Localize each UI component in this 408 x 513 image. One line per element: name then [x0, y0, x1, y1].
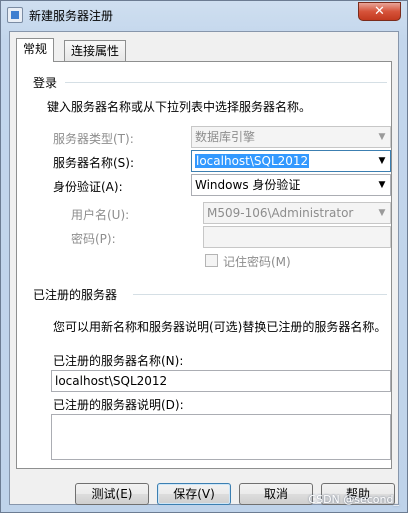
auth-select[interactable]: Windows 身份验证 ▼: [191, 174, 391, 196]
login-group-divider: [65, 82, 387, 83]
tab-connection-properties[interactable]: 连接属性: [64, 40, 127, 62]
tab-panel-general: 登录 键入服务器名称或从下拉列表中选择服务器名称。 服务器类型(T): 数据库引…: [16, 61, 392, 469]
server-type-select: 数据库引擎 ▼: [191, 126, 391, 148]
test-button[interactable]: 测试(E): [75, 483, 149, 505]
tab-general[interactable]: 常规: [16, 38, 55, 62]
username-value: M509-106\Administrator: [207, 206, 354, 220]
registered-group-divider: [133, 294, 387, 295]
remember-password-label: 记住密码(M): [223, 255, 291, 269]
password-field: [203, 226, 391, 248]
server-name-select[interactable]: localhost\SQL2012 ▼: [191, 150, 391, 172]
login-description: 键入服务器名称或从下拉列表中选择服务器名称。: [47, 100, 312, 114]
chevron-down-icon[interactable]: ▼: [374, 151, 390, 171]
window-title: 新建服务器注册: [29, 9, 114, 23]
save-button[interactable]: 保存(V): [157, 483, 231, 505]
app-icon: [7, 7, 23, 23]
close-button[interactable]: ✕: [358, 2, 401, 21]
title-bar[interactable]: 新建服务器注册 ✕: [1, 1, 407, 29]
registered-group-label: 已注册的服务器: [33, 288, 118, 302]
server-name-label: 服务器名称(S):: [53, 156, 135, 170]
registered-description: 您可以用新名称和服务器说明(可选)替换已注册的服务器名称。: [53, 320, 387, 334]
watermark: CSDN @second_: [308, 493, 399, 506]
dialog-client-area: 常规 连接属性 登录 键入服务器名称或从下拉列表中选择服务器名称。 服务器类型(…: [9, 31, 399, 505]
server-type-value: 数据库引擎: [195, 130, 256, 144]
chevron-down-icon[interactable]: ▼: [374, 175, 390, 195]
remember-password-checkbox: [205, 254, 218, 267]
chevron-down-icon: ▼: [378, 208, 386, 218]
dialog-window: 新建服务器注册 ✕ 常规 连接属性 登录 键入服务器名称或从下拉列表中选择服务器…: [0, 0, 408, 513]
chevron-down-icon: ▼: [378, 132, 386, 142]
registered-desc-label: 已注册的服务器说明(D):: [53, 398, 184, 412]
login-group-label: 登录: [33, 76, 58, 90]
cancel-button[interactable]: 取消: [239, 483, 313, 505]
username-label: 用户名(U):: [71, 208, 130, 222]
registered-name-field[interactable]: localhost\SQL2012: [51, 370, 391, 392]
server-name-value: localhost\SQL2012: [195, 154, 310, 168]
auth-label: 身份验证(A):: [53, 180, 123, 194]
username-select: M509-106\Administrator ▼: [203, 202, 391, 224]
password-label: 密码(P):: [71, 232, 116, 246]
server-type-label: 服务器类型(T):: [53, 132, 134, 146]
registered-desc-field[interactable]: [51, 414, 391, 460]
registered-name-label: 已注册的服务器名称(N):: [53, 354, 184, 368]
auth-value: Windows 身份验证: [195, 178, 301, 192]
